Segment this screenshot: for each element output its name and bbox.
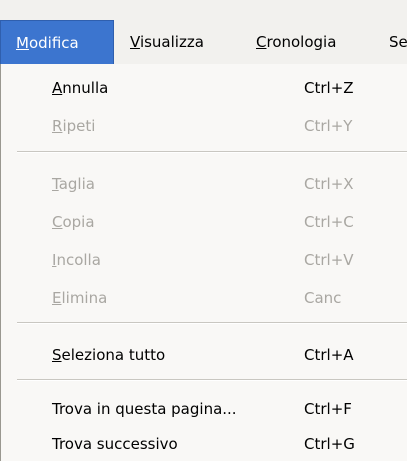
menu-separator [17, 322, 407, 324]
menu-item-label: Annulla [52, 79, 109, 97]
menubar-item-label: Cronologia [256, 33, 337, 51]
menu-item-label: Trova in questa pagina... [52, 400, 237, 418]
menubar-item-label: Se [389, 33, 407, 51]
menu-item-shortcut: Ctrl+G [304, 435, 355, 453]
menu-item-incolla[interactable]: Incolla Ctrl+V [1, 241, 407, 279]
menu-item-label: Copia [52, 213, 95, 231]
menu-item-shortcut: Ctrl+Y [304, 117, 353, 135]
menu-item-shortcut: Ctrl+F [304, 400, 352, 418]
menubar-item-segnalibri[interactable]: Se [389, 20, 407, 65]
menubar-item-visualizza[interactable]: Visualizza [130, 20, 204, 65]
menu-item-label: Incolla [52, 251, 101, 269]
menu-item-seleziona-tutto[interactable]: Seleziona tutto Ctrl+A [1, 336, 407, 374]
menubar-item-label: Modifica [16, 34, 79, 52]
menu-item-label: Elimina [52, 289, 108, 307]
menu-item-trova-successivo[interactable]: Trova successivo Ctrl+G [1, 425, 407, 463]
menubar-item-label: Visualizza [130, 33, 204, 51]
menu-bar: Modifica Visualizza Cronologia Se [0, 0, 407, 65]
menubar-item-modifica[interactable]: Modifica [0, 20, 114, 65]
menu-item-shortcut: Ctrl+A [304, 346, 354, 364]
menu-item-shortcut: Canc [304, 289, 342, 307]
menu-item-label: Seleziona tutto [52, 346, 166, 364]
menu-separator [17, 379, 407, 381]
menu-item-label: Taglia [52, 175, 95, 193]
edit-dropdown-menu: Annulla Ctrl+Z Ripeti Ctrl+Y Taglia Ctrl… [0, 64, 407, 461]
menu-item-shortcut: Ctrl+X [304, 175, 354, 193]
menu-item-label: Trova successivo [52, 435, 178, 453]
menu-item-shortcut: Ctrl+V [304, 251, 354, 269]
menu-item-taglia[interactable]: Taglia Ctrl+X [1, 165, 407, 203]
menu-item-shortcut: Ctrl+C [304, 213, 354, 231]
menu-item-annulla[interactable]: Annulla Ctrl+Z [1, 69, 407, 107]
menu-item-label: Ripeti [52, 117, 96, 135]
menu-item-shortcut: Ctrl+Z [304, 79, 354, 97]
menubar-item-cronologia[interactable]: Cronologia [256, 20, 336, 65]
menu-item-copia[interactable]: Copia Ctrl+C [1, 203, 407, 241]
menu-separator [17, 151, 407, 153]
menu-item-elimina[interactable]: Elimina Canc [1, 279, 407, 317]
menu-item-ripeti[interactable]: Ripeti Ctrl+Y [1, 107, 407, 145]
menu-item-trova-in-pagina[interactable]: Trova in questa pagina... Ctrl+F [1, 390, 407, 428]
